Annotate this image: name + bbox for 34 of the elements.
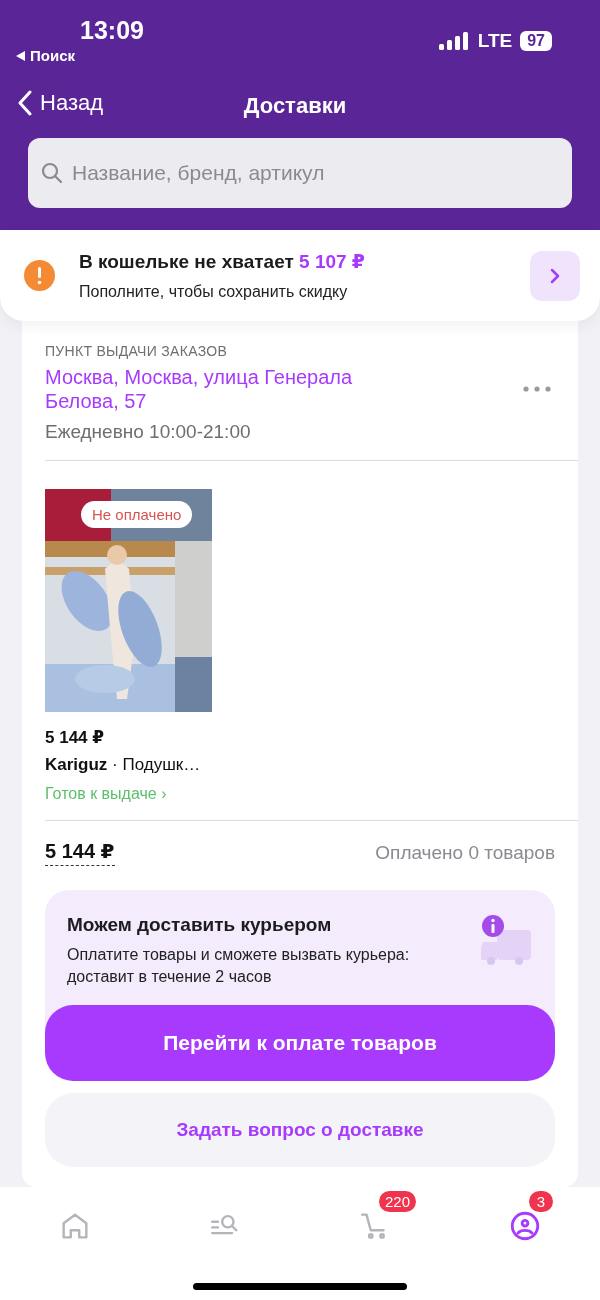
payment-status-badge: Не оплачено — [81, 501, 193, 528]
page-title: Доставки — [243, 93, 347, 119]
battery-level: 97 — [520, 31, 552, 51]
back-triangle-icon — [16, 50, 26, 61]
signal-icon — [438, 32, 470, 50]
wallet-alert-subtitle: Пополните, чтобы сохранить скидку — [79, 283, 349, 301]
back-button[interactable]: Назад — [18, 90, 104, 116]
top-up-button[interactable] — [530, 250, 580, 301]
delivery-truck-icon — [479, 914, 533, 968]
more-icon — [523, 386, 551, 392]
pickup-label: ПУНКТ ВЫДАЧИ ЗАКАЗОВ — [45, 343, 229, 359]
tab-bar-item[interactable]: 220 — [333, 1188, 417, 1243]
order-total[interactable]: 5 144 ₽ — [45, 839, 115, 866]
back-to-app-link[interactable]: Поиск — [16, 47, 75, 64]
notification-count: 220 — [379, 1190, 417, 1212]
courier-text: Оплатите товары и сможете вызвать курьера: доставит в течение 2 часов — [67, 945, 411, 988]
notification-count: 3 — [529, 1190, 553, 1212]
status-time: 13:09 — [80, 16, 144, 45]
search-field[interactable]: Название, бренд, артикул — [28, 138, 572, 208]
item-status-link[interactable]: Готов к выдаче › — [45, 785, 167, 803]
item-price: 5 144 ₽ — [45, 727, 105, 748]
wallet-alert-title: В кошельке не хватает 5 107 ₽ — [79, 250, 367, 273]
tab-bar-item[interactable]: 3 — [483, 1188, 567, 1243]
paid-count: Оплачено 0 товаров — [375, 841, 555, 864]
pay-button[interactable]: Перейти к оплате товаров — [45, 1004, 555, 1081]
network-type: LTE — [477, 30, 513, 52]
pickup-address-link[interactable]: Москва, Москва, улица Генерала Белова, 57 — [45, 365, 405, 413]
courier-title: Можем доставить курьером — [67, 914, 333, 936]
item-name[interactable]: Kariguz · Подушк… — [45, 755, 201, 775]
pickup-hours: Ежедневно 10:00-21:00 — [45, 421, 252, 443]
chevron-right-icon — [550, 267, 560, 284]
warning-icon — [24, 260, 55, 291]
chevron-left-icon — [18, 90, 32, 116]
ask-question-button[interactable]: Задать вопрос о доставке — [45, 1092, 555, 1167]
